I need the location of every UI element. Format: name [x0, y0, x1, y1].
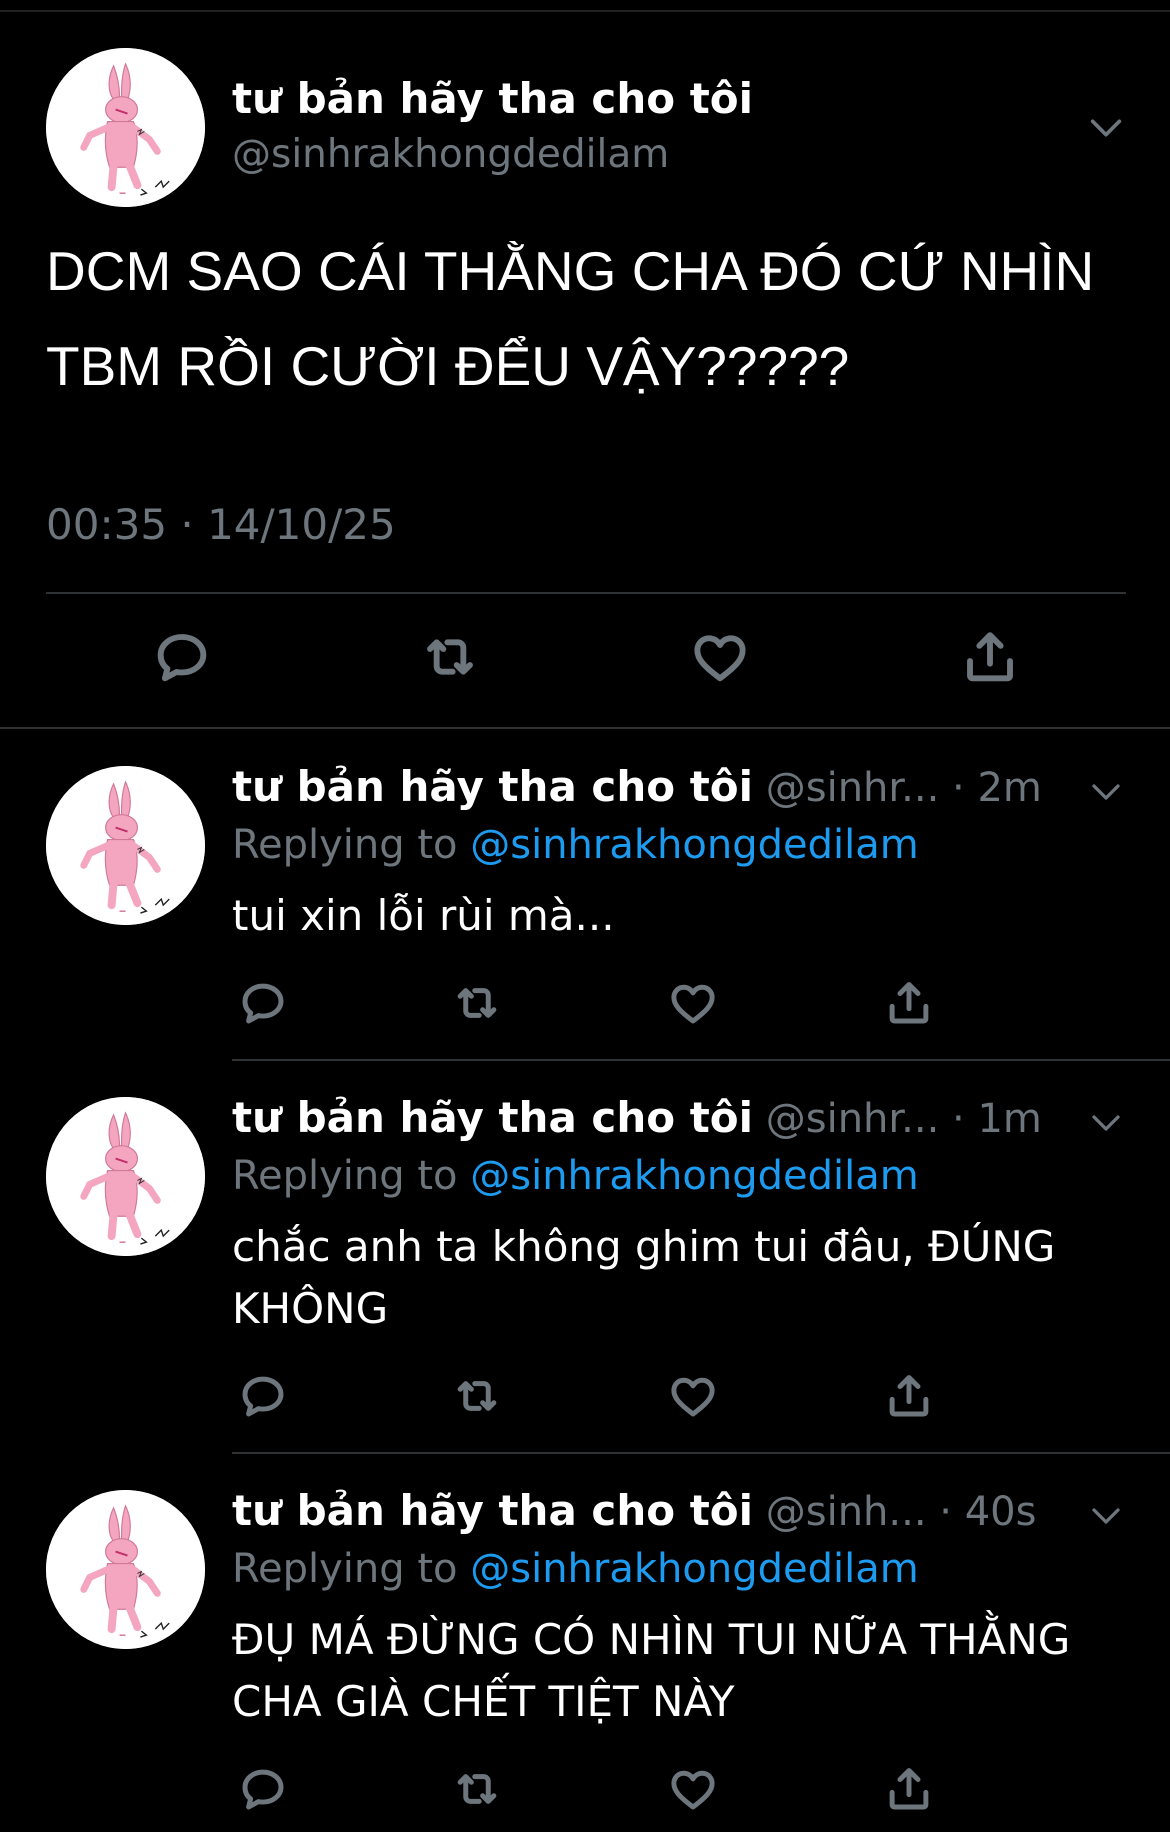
- retweet-icon[interactable]: [418, 625, 482, 689]
- user-handle[interactable]: @sinhrakhongdedilam: [232, 132, 669, 177]
- reply-text: tui xin lỗi rùi mà...: [232, 891, 615, 940]
- retweet-icon[interactable]: [450, 1762, 504, 1816]
- chevron-down-icon[interactable]: [1088, 1498, 1124, 1534]
- mention-link[interactable]: @sinhrakhongdedilam: [470, 822, 918, 868]
- avatar[interactable]: [46, 1490, 205, 1649]
- handle-and-time: @sinh... · 40s: [753, 1489, 1037, 1535]
- like-icon[interactable]: [688, 625, 752, 689]
- tweet-text: DCM SAO CÁI THẰNG CHA ĐÓ CỨ NHÌN TBM RỒI…: [46, 240, 1095, 397]
- display-name[interactable]: tư bản hãy tha cho tôi: [232, 1486, 753, 1535]
- main-tweet: tư bản hãy tha cho tôi @sinhrakhongdedil…: [0, 0, 1170, 729]
- handle-and-time: @sinhr... · 1m: [753, 1096, 1042, 1142]
- share-icon[interactable]: [958, 625, 1022, 689]
- reply-tweet[interactable]: tư bản hãy tha cho tôi @sinhr... · 2m Re…: [0, 730, 1170, 1061]
- like-icon[interactable]: [666, 1369, 720, 1423]
- avatar[interactable]: [46, 1097, 205, 1256]
- replying-to-label: Replying to: [232, 1546, 471, 1592]
- reply-header: tư bản hãy tha cho tôi @sinhr... · 1m: [232, 1093, 1072, 1142]
- tweet-timestamp[interactable]: 00:35 · 14/10/25: [46, 500, 396, 549]
- replying-to: Replying to @sinhrakhongdedilam: [232, 822, 919, 868]
- share-icon[interactable]: [882, 976, 936, 1030]
- reply-text: ĐỤ MÁ ĐỪNG CÓ NHÌN TUI NỮA THẰNG CHA GIÀ…: [232, 1615, 1071, 1726]
- replying-to: Replying to @sinhrakhongdedilam: [232, 1153, 919, 1199]
- display-name[interactable]: tư bản hãy tha cho tôi: [232, 1093, 753, 1142]
- retweet-icon[interactable]: [450, 976, 504, 1030]
- reply-tweet[interactable]: tư bản hãy tha cho tôi @sinhr... · 1m Re…: [0, 1061, 1170, 1454]
- replying-to-label: Replying to: [232, 1153, 471, 1199]
- reply-tweet[interactable]: tư bản hãy tha cho tôi @sinh... · 40s Re…: [0, 1454, 1170, 1832]
- avatar-bunny-image: [46, 1490, 205, 1649]
- avatar-bunny-image: [46, 1097, 205, 1256]
- like-icon[interactable]: [666, 976, 720, 1030]
- share-icon[interactable]: [882, 1369, 936, 1423]
- avatar[interactable]: [46, 48, 205, 207]
- avatar[interactable]: [46, 766, 205, 925]
- mention-link[interactable]: @sinhrakhongdedilam: [470, 1546, 918, 1592]
- reply-icon[interactable]: [150, 625, 214, 689]
- divider: [0, 727, 1170, 729]
- retweet-icon[interactable]: [450, 1369, 504, 1423]
- divider: [46, 592, 1126, 594]
- chevron-down-icon[interactable]: [1088, 774, 1124, 810]
- reply-icon[interactable]: [236, 976, 290, 1030]
- reply-icon[interactable]: [236, 1762, 290, 1816]
- replying-to: Replying to @sinhrakhongdedilam: [232, 1546, 919, 1592]
- reply-header: tư bản hãy tha cho tôi @sinhr... · 2m: [232, 762, 1072, 811]
- display-name[interactable]: tư bản hãy tha cho tôi: [232, 74, 753, 123]
- reply-icon[interactable]: [236, 1369, 290, 1423]
- share-icon[interactable]: [882, 1762, 936, 1816]
- mention-link[interactable]: @sinhrakhongdedilam: [470, 1153, 918, 1199]
- replying-to-label: Replying to: [232, 822, 471, 868]
- display-name[interactable]: tư bản hãy tha cho tôi: [232, 762, 753, 811]
- like-icon[interactable]: [666, 1762, 720, 1816]
- chevron-down-icon[interactable]: [1086, 108, 1126, 148]
- avatar-bunny-image: [46, 766, 205, 925]
- chevron-down-icon[interactable]: [1088, 1105, 1124, 1141]
- reply-text: chắc anh ta không ghim tui đâu, ĐÚNG KHÔ…: [232, 1222, 1056, 1333]
- avatar-bunny-image: [46, 48, 205, 207]
- reply-header: tư bản hãy tha cho tôi @sinh... · 40s: [232, 1486, 1072, 1535]
- handle-and-time: @sinhr... · 2m: [753, 765, 1042, 811]
